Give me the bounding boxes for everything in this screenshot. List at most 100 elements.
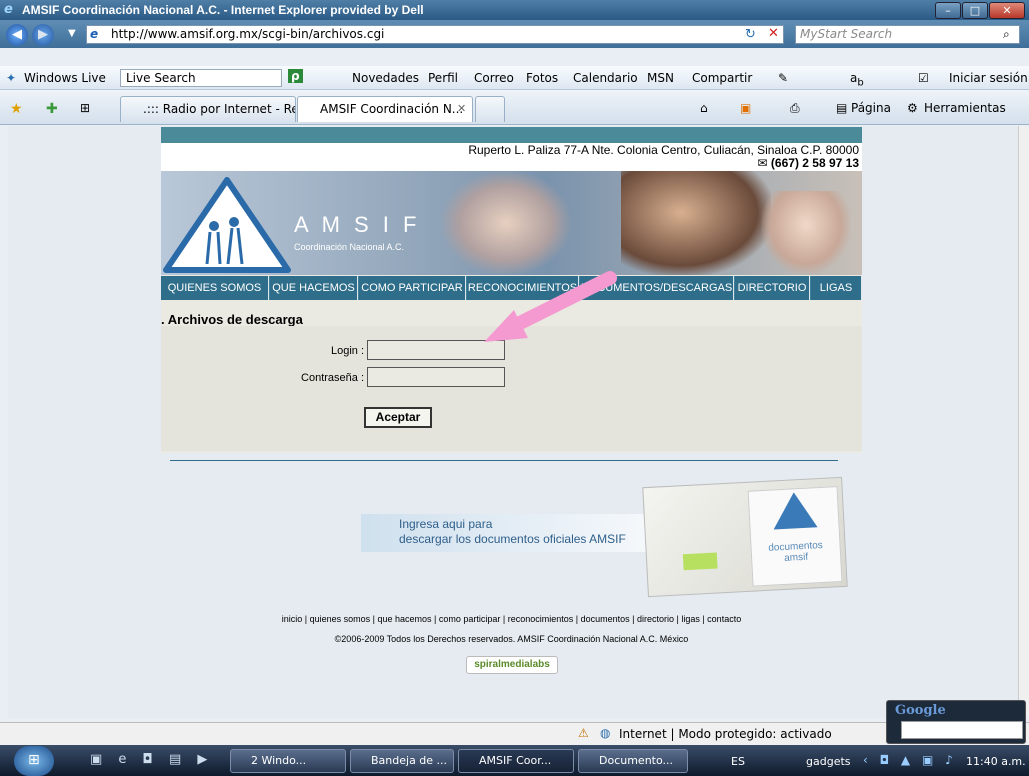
nav-como-participar[interactable]: COMO PARTICIPAR	[359, 276, 466, 300]
history-dropdown-icon[interactable]: ▼	[68, 28, 76, 39]
documents-folder[interactable]: documentos amsif	[642, 476, 848, 598]
print-icon[interactable]: ⎙	[790, 101, 800, 116]
status-zone: Internet | Modo protegido: activado	[619, 727, 832, 741]
amsif-logo-subtitle: Coordinación Nacional A.C.	[294, 242, 405, 252]
search-placeholder: MyStart Search	[800, 27, 893, 41]
footer-links[interactable]: inicio | quienes somos | que hacemos | c…	[161, 614, 862, 624]
folder-logo-icon	[771, 491, 818, 530]
copyright: ©2006-2009 Todos los Derechos reservados…	[334, 634, 689, 644]
taskbar-document-label: Documento...	[599, 754, 674, 767]
close-tab-icon[interactable]: ✕	[457, 102, 466, 115]
site-address: Ruperto L. Paliza 77-A Nte. Colonia Cent…	[468, 143, 859, 157]
tools-gear-icon: ⚙	[907, 101, 918, 115]
globe-icon: ◍	[600, 726, 611, 740]
amsif-logo-icon	[163, 177, 291, 273]
feeds-icon[interactable]: ▣	[740, 101, 751, 115]
protected-mode-icon: ⚠	[578, 726, 589, 740]
page-menu[interactable]: Página	[851, 101, 891, 115]
tab-amsif-label: AMSIF Coordinación N...	[320, 102, 464, 116]
google-search-input[interactable]	[901, 721, 1023, 739]
stop-button[interactable]: ✕	[768, 26, 779, 41]
windows-live-link[interactable]: Windows Live	[24, 71, 106, 85]
toolbar-link-msn[interactable]: MSN	[647, 71, 674, 85]
nav-directorio[interactable]: DIRECTORIO	[735, 276, 810, 300]
toolbar-link-correo[interactable]: Correo	[474, 71, 514, 85]
taskbar-amsif-label: AMSIF Coor...	[479, 754, 552, 767]
envelope-icon: ✉	[757, 156, 768, 170]
taskbar-inbox-label: Bandeja de ...	[371, 754, 448, 767]
pink-arrow-annotation	[484, 271, 617, 342]
tab-radio[interactable]: .::: Radio por Internet - Red...	[120, 96, 296, 122]
spiralmedialabs-badge[interactable]: spiralmedialabs	[466, 656, 558, 674]
refresh-button[interactable]: ↻	[745, 27, 756, 42]
window-title-bar: AMSIF Coordinación Nacional A.C. - Inter…	[0, 0, 1029, 20]
forward-button[interactable]: ▶	[32, 24, 54, 46]
site-phone: (667) 2 58 97 13	[770, 156, 859, 170]
search-input[interactable]: MyStart Search	[795, 25, 1020, 44]
status-bar: ⚠ ◍ Internet | Modo protegido: activado	[0, 722, 1029, 745]
gadgets-label[interactable]: gadgets	[806, 755, 851, 768]
live-search-go-icon[interactable]: ρ	[288, 69, 303, 83]
language-indicator[interactable]: ES	[731, 755, 745, 768]
page-icon: e	[90, 27, 99, 41]
back-button[interactable]: ◀	[6, 24, 28, 46]
google-logo: Google	[895, 703, 946, 718]
site-contact: Ruperto L. Paliza 77-A Nte. Colonia Cent…	[161, 143, 862, 171]
start-windows-icon: ⊞	[28, 752, 40, 768]
download-banner[interactable]: Ingresa aqui para descargar los document…	[361, 514, 646, 552]
new-tab-button[interactable]	[475, 96, 505, 122]
amsif-logo-text: A M S I F	[294, 212, 421, 237]
nav-ligas[interactable]: LIGAS	[811, 276, 862, 300]
page-menu-icon: ▤	[836, 101, 848, 115]
download-text-1: Ingresa aqui para	[399, 517, 493, 531]
separator-line	[170, 460, 838, 461]
ie-logo-icon: e	[4, 2, 13, 17]
taskbar-windows-group-label: 2 Windo...	[251, 754, 307, 767]
window-title: AMSIF Coordinación Nacional A.C. - Inter…	[22, 3, 424, 17]
quick-tabs-icon[interactable]: ⊞	[80, 101, 90, 115]
checkbox-icon[interactable]: ☑	[918, 71, 929, 85]
minimize-button[interactable]: –	[935, 2, 961, 19]
taskbar-windows-group[interactable]: 2 Windo...	[230, 749, 346, 773]
url-input[interactable]: http://www.amsif.org.mx/scgi-bin/archivo…	[86, 25, 784, 44]
live-search-input[interactable]: Live Search	[120, 69, 282, 87]
tab-amsif[interactable]: AMSIF Coordinación N...	[297, 96, 473, 122]
maximize-button[interactable]: □	[962, 2, 988, 19]
folder-sticky-note	[682, 552, 718, 571]
taskbar-document[interactable]: Documento...	[578, 749, 688, 773]
search-icon[interactable]: ⌕	[1003, 27, 1010, 42]
login-label: Login :	[330, 345, 364, 357]
vertical-scrollbar[interactable]	[1018, 126, 1029, 718]
edit-icon[interactable]: ✎	[778, 71, 788, 85]
home-icon[interactable]: ⌂	[700, 101, 708, 115]
site-top-strip	[161, 127, 862, 143]
url-text: http://www.amsif.org.mx/scgi-bin/archivo…	[111, 27, 385, 41]
windows-live-icon: ✦	[6, 71, 17, 85]
tab-radio-label: .::: Radio por Internet - Red...	[143, 102, 295, 116]
toolbar-link-fotos[interactable]: Fotos	[526, 71, 558, 85]
signin-link[interactable]: Iniciar sesión	[949, 71, 1028, 85]
mother-figure	[621, 171, 771, 275]
quicklaunch-icons[interactable]: ▣ e ◘ ▤ ▶	[90, 752, 213, 767]
toolbar-link-novedades[interactable]: Novedades	[352, 71, 419, 85]
toolbar-link-calendario[interactable]: Calendario	[573, 71, 638, 85]
tray-icons[interactable]: ‹ ◘ ▲ ▣ ♪	[863, 753, 957, 767]
password-input[interactable]	[367, 367, 505, 387]
nav-que-hacemos[interactable]: QUE HACEMOS	[270, 276, 358, 300]
toolbar-link-perfil[interactable]: Perfil	[428, 71, 458, 85]
password-label: Contraseña :	[301, 372, 364, 384]
child-figure	[441, 171, 571, 275]
clock[interactable]: 11:40 a.m.	[966, 755, 1026, 768]
nav-quienes-somos[interactable]: QUIENES SOMOS	[161, 276, 269, 300]
toolbar-link-compartir[interactable]: Compartir	[692, 71, 752, 85]
translate-icon[interactable]: ab	[850, 71, 864, 88]
submit-button[interactable]: Aceptar	[364, 407, 432, 428]
tools-menu[interactable]: Herramientas	[924, 101, 1006, 115]
taskbar-inbox[interactable]: Bandeja de ...	[350, 749, 454, 773]
close-button[interactable]: ✕	[989, 2, 1025, 19]
google-gadget: Google	[886, 700, 1026, 744]
favorites-star-icon[interactable]: ★	[10, 101, 23, 117]
taskbar-amsif[interactable]: AMSIF Coor...	[458, 749, 574, 773]
add-favorite-icon[interactable]: ✚	[46, 101, 58, 117]
live-search-placeholder: Live Search	[126, 71, 196, 85]
